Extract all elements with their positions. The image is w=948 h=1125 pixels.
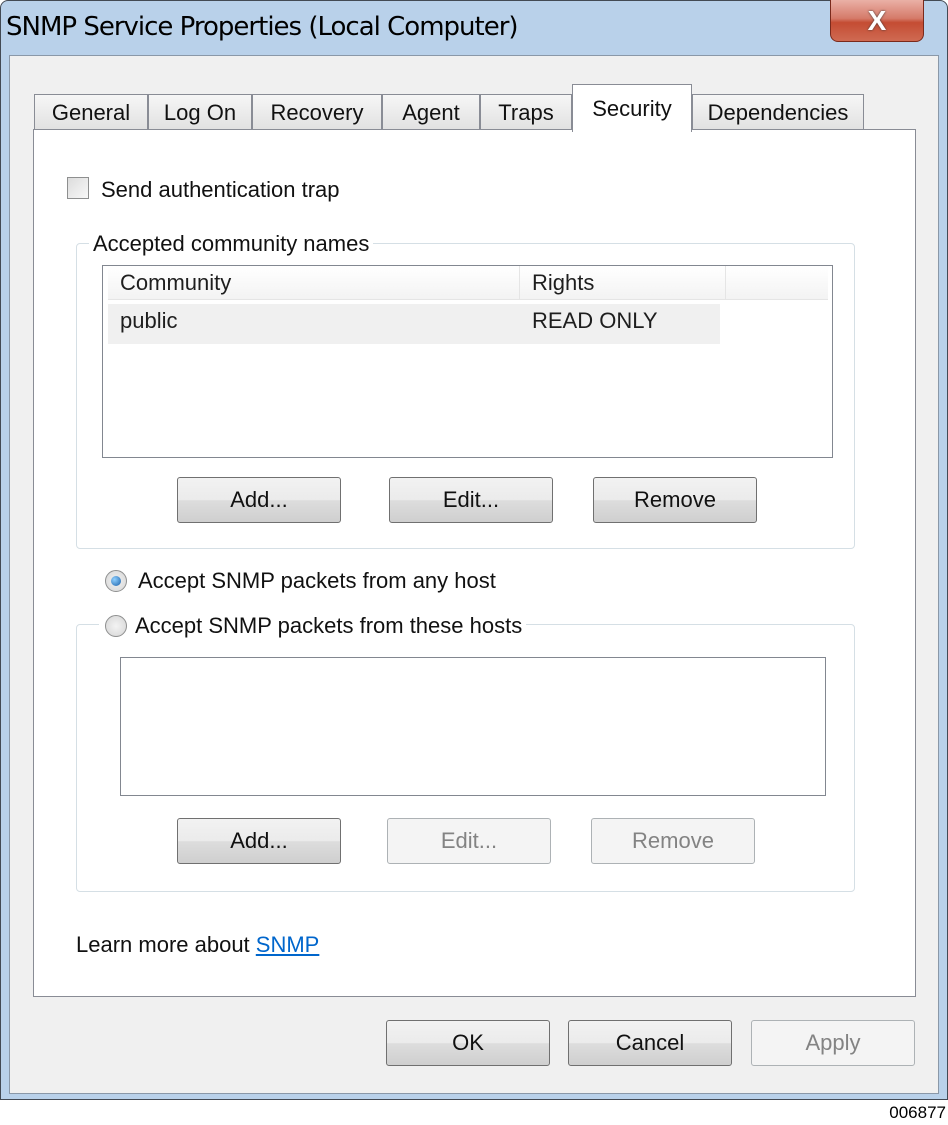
community-list[interactable]: Community Rights public READ ONLY [102, 265, 833, 458]
apply-button: Apply [751, 1020, 915, 1066]
tab-log-on[interactable]: Log On [148, 94, 252, 130]
community-remove-button[interactable]: Remove [593, 477, 757, 523]
accept-these-hosts-radio[interactable] [105, 615, 127, 638]
close-button[interactable]: X [830, 0, 924, 42]
hosts-list[interactable] [120, 657, 826, 796]
accept-these-hosts-label[interactable]: Accept SNMP packets from these hosts [135, 613, 522, 638]
community-cell: public [120, 308, 178, 333]
community-edit-button[interactable]: Edit... [389, 477, 553, 523]
community-list-header: Community Rights [108, 266, 828, 300]
hosts-add-button[interactable]: Add... [177, 818, 341, 864]
window-title: SNMP Service Properties (Local Computer) [6, 12, 519, 42]
send-auth-trap-label[interactable]: Send authentication trap [101, 177, 340, 203]
column-header-community[interactable]: Community [108, 266, 520, 300]
hosts-legend-bg: Accept SNMP packets from these hosts [99, 612, 527, 640]
column-header-rights[interactable]: Rights [520, 266, 726, 300]
close-icon: X [867, 4, 887, 36]
tab-general[interactable]: General [34, 94, 148, 130]
tab-recovery[interactable]: Recovery [252, 94, 382, 130]
ok-button[interactable]: OK [386, 1020, 550, 1066]
tab-security[interactable]: Security [572, 84, 692, 132]
figure-id: 006877 [889, 1103, 946, 1122]
accept-any-host-label[interactable]: Accept SNMP packets from any host [138, 568, 496, 594]
accept-any-host-radio[interactable] [105, 570, 127, 592]
snmp-help-link[interactable]: SNMP [256, 932, 320, 957]
hosts-edit-button: Edit... [387, 818, 551, 864]
tab-agent[interactable]: Agent [382, 94, 480, 130]
hosts-remove-button: Remove [591, 818, 755, 864]
tab-traps[interactable]: Traps [480, 94, 572, 130]
cancel-button[interactable]: Cancel [568, 1020, 732, 1066]
rights-cell: READ ONLY [532, 308, 658, 333]
tab-dependencies[interactable]: Dependencies [692, 94, 864, 130]
community-names-legend: Accepted community names [89, 231, 374, 257]
table-row[interactable]: public READ ONLY [108, 304, 720, 344]
community-add-button[interactable]: Add... [177, 477, 341, 523]
send-auth-trap-checkbox[interactable] [67, 177, 89, 199]
learn-more-text: Learn more about SNMP [76, 932, 319, 958]
learn-more-prefix: Learn more about [76, 932, 256, 957]
